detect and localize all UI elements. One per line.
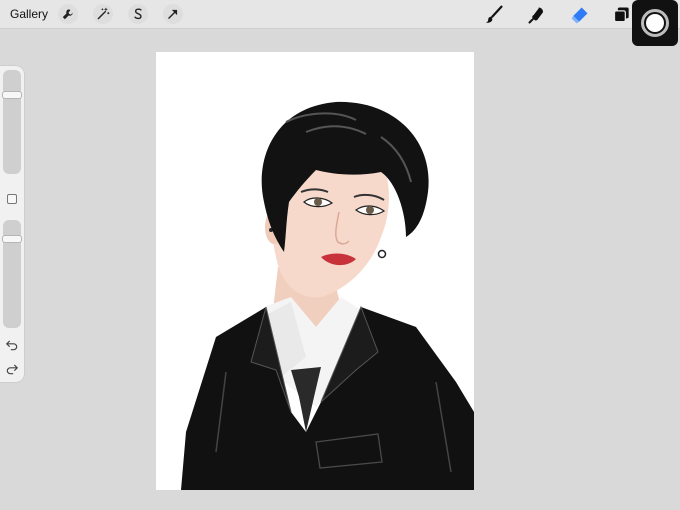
undo-icon[interactable]	[5, 338, 19, 352]
smudge-icon	[528, 7, 543, 24]
top-toolbar: Gallery	[0, 0, 680, 29]
actions-button[interactable]	[58, 4, 78, 24]
layers-button[interactable]	[611, 4, 633, 26]
selection-button[interactable]	[128, 4, 148, 24]
selection-s-icon	[134, 8, 142, 20]
layers-icon	[613, 7, 629, 23]
magic-wand-icon	[97, 7, 110, 20]
brush-size-slider[interactable]	[2, 70, 22, 174]
gallery-button[interactable]: Gallery	[10, 7, 48, 21]
color-picker-button[interactable]	[632, 0, 678, 46]
portrait-illustration	[181, 101, 474, 490]
square-modifier-icon[interactable]	[7, 194, 17, 204]
brush-opacity-thumb[interactable]	[2, 235, 22, 243]
transform-button[interactable]	[163, 4, 183, 24]
current-color-swatch	[646, 14, 664, 32]
eraser-icon	[571, 7, 588, 24]
smudge-button[interactable]	[526, 4, 548, 26]
drawing-canvas[interactable]	[156, 52, 474, 490]
redo-icon[interactable]	[5, 362, 19, 376]
eraser-button[interactable]	[569, 4, 591, 26]
brush-size-thumb[interactable]	[2, 91, 22, 99]
brush-opacity-slider[interactable]	[2, 220, 22, 328]
left-sidebar	[0, 66, 24, 382]
brush-button[interactable]	[483, 4, 505, 26]
adjustments-button[interactable]	[93, 4, 113, 24]
brush-icon	[485, 5, 503, 23]
wrench-icon	[62, 9, 73, 20]
arrow-icon	[168, 9, 178, 19]
